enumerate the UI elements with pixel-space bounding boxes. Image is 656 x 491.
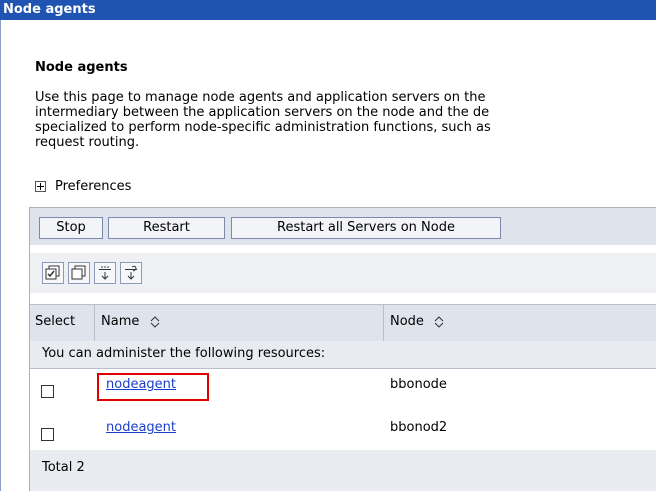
preferences-toggle[interactable]: Preferences (35, 179, 131, 194)
table-caption: You can administer the following resourc… (30, 341, 656, 369)
show-filter-icon[interactable] (94, 262, 116, 284)
table-footer: Total 2 (30, 450, 656, 491)
page-description: Use this page to manage node agents and … (35, 90, 655, 150)
column-header-name-label[interactable]: Name (101, 314, 139, 329)
restart-all-servers-button[interactable]: Restart all Servers on Node (231, 217, 501, 239)
node-cell: bbonode (390, 377, 447, 392)
highlight-box (97, 373, 209, 401)
page-title: Node agents (35, 60, 128, 75)
clear-filter-icon[interactable] (120, 262, 142, 284)
select-all-icon[interactable] (42, 262, 64, 284)
total-count: Total 2 (42, 460, 85, 475)
preferences-label[interactable]: Preferences (55, 179, 131, 194)
nodeagent-link[interactable]: nodeagent (106, 420, 176, 435)
window-title: Node agents (0, 0, 656, 20)
deselect-all-icon[interactable] (68, 262, 90, 284)
description-line: intermediary between the application ser… (35, 105, 490, 120)
description-line: request routing. (35, 135, 140, 150)
sort-arrows-icon[interactable] (150, 315, 160, 328)
column-header-name[interactable]: Name (101, 314, 160, 329)
row-checkbox[interactable] (41, 428, 54, 441)
column-header-select: Select (35, 314, 76, 329)
expand-plus-icon[interactable] (35, 181, 46, 192)
stop-button[interactable]: Stop (39, 217, 103, 239)
sort-arrows-icon[interactable] (434, 315, 444, 328)
table-caption-text: You can administer the following resourc… (42, 346, 326, 361)
left-border (0, 20, 1, 491)
row-checkbox[interactable] (41, 385, 54, 398)
description-line: Use this page to manage node agents and … (35, 90, 486, 105)
node-cell: bbonod2 (390, 420, 448, 435)
column-divider (383, 305, 384, 341)
column-header-node-label[interactable]: Node (390, 314, 424, 329)
restart-button[interactable]: Restart (108, 217, 225, 239)
description-line: specialized to perform node-specific adm… (35, 120, 491, 135)
column-header-node[interactable]: Node (390, 314, 444, 329)
